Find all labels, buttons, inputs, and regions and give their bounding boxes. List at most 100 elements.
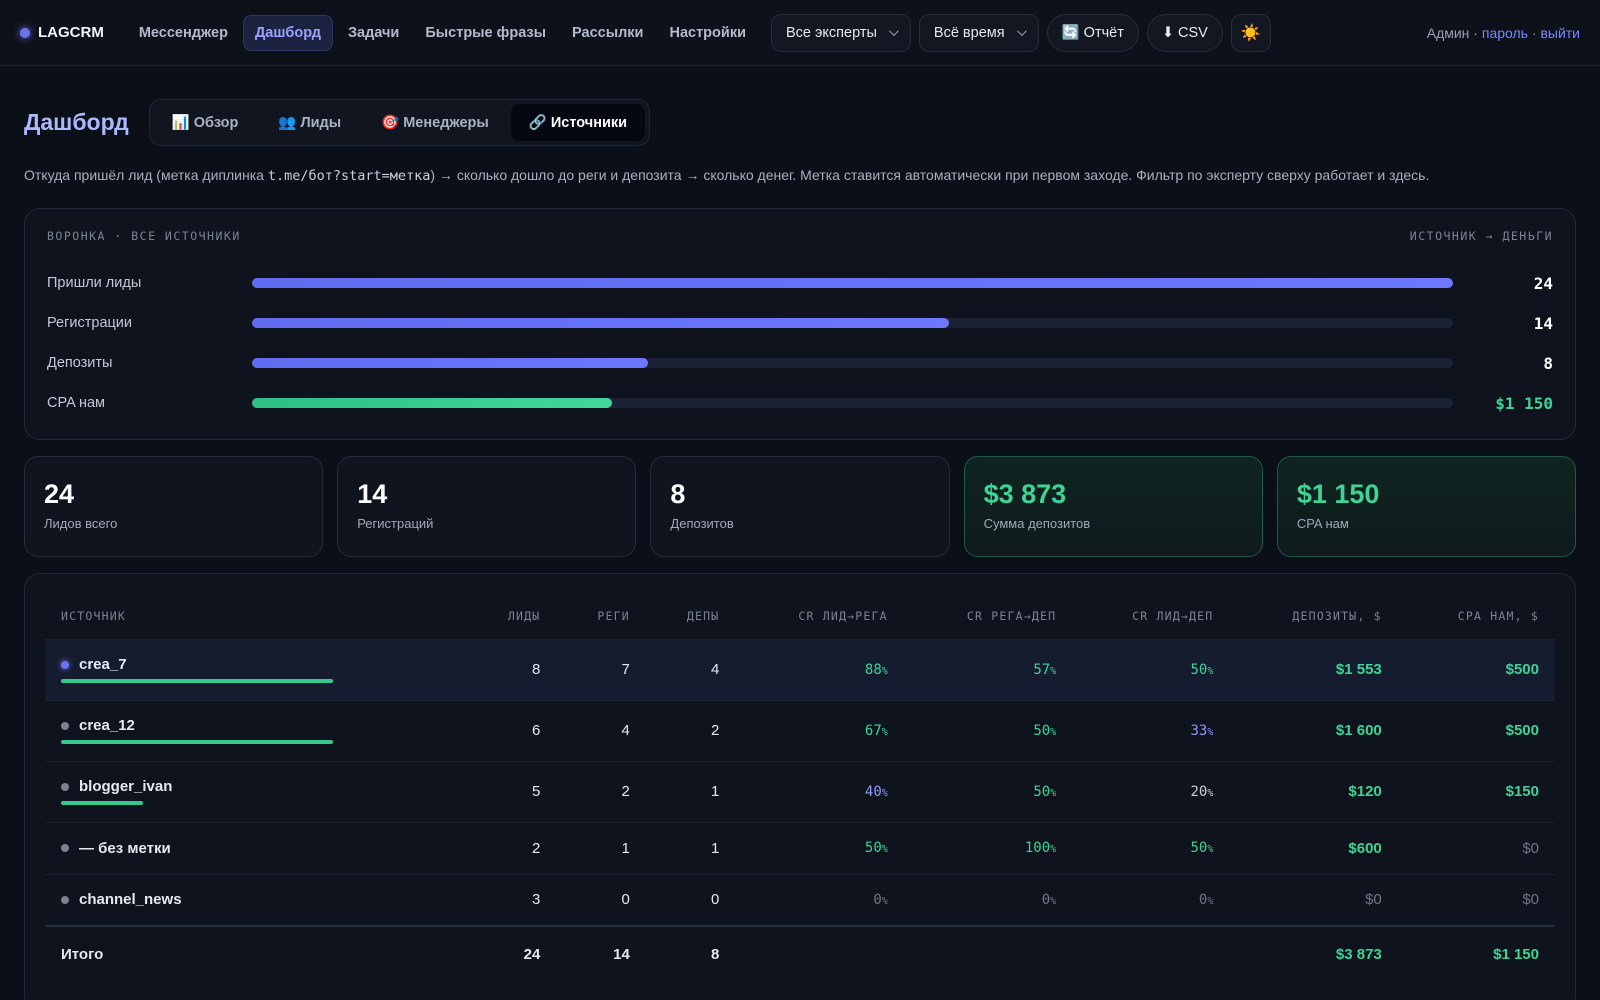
percent-unit: %: [881, 665, 888, 677]
funnel-bar-track: [252, 278, 1453, 288]
period-select[interactable]: Всё время: [918, 13, 1039, 52]
total-regs: 14: [556, 925, 646, 982]
tab-leads[interactable]: 👥 Лиды: [260, 104, 359, 141]
report-button[interactable]: 🔄 Отчёт: [1046, 13, 1139, 52]
logo-dot-icon: [20, 27, 30, 38]
chevron-down-icon: [888, 26, 899, 37]
sources-table-card: ИСТОЧНИК ЛИДЫ РЕГИ ДЕПЫ CR ЛИД→РЕГА CR Р…: [24, 573, 1576, 1000]
table-header-row: ИСТОЧНИК ЛИДЫ РЕГИ ДЕПЫ CR ЛИД→РЕГА CR Р…: [45, 594, 1555, 639]
app-logo[interactable]: LAGCRM: [20, 24, 104, 41]
funnel-header: ВОРОНКА · ВСЕ ИСТОЧНИКИ ИСТОЧНИК → ДЕНЬГ…: [47, 229, 1553, 243]
stat-card-deposits: 8 Депозитов: [650, 456, 950, 557]
table-row[interactable]: blogger_ivan 5 2 1 40% 50% 20% $120 $150: [45, 760, 1555, 822]
source-cell: blogger_ivan: [45, 760, 467, 822]
source-wrap: crea_12: [61, 717, 333, 744]
source-cell: — без метки: [45, 821, 467, 874]
source-label: channel_news: [61, 891, 333, 908]
table-row[interactable]: crea_12 6 4 2 67% 50% 33% $1 600 $500: [45, 699, 1555, 761]
percent-unit: %: [1050, 787, 1057, 799]
csv-export-button[interactable]: ⬇ CSV: [1146, 13, 1223, 52]
dashboard-tabs: 📊 Обзор 👥 Лиды 🎯 Менеджеры 🔗 Источники: [148, 99, 651, 146]
column-header[interactable]: ИСТОЧНИК: [45, 594, 467, 639]
funnel-title: ВОРОНКА · ВСЕ ИСТОЧНИКИ: [47, 229, 241, 243]
page-description: Откуда пришёл лид (метка диплинка t.me/б…: [0, 146, 1600, 184]
user-name: Админ: [1426, 24, 1470, 41]
separator: ·: [1527, 24, 1541, 41]
table-body: crea_7 8 7 4 88% 57% 50% $1 553 $500 crea_12 6 4 2 67…: [45, 638, 1555, 926]
stat-card-registrations: 14 Регистраций: [337, 456, 637, 557]
nav-settings[interactable]: Настройки: [658, 16, 757, 50]
stat-card-deposit-sum: $3 873 Сумма депозитов: [963, 456, 1263, 557]
cell-cr3: 50%: [1072, 821, 1230, 874]
stat-value: 8: [670, 479, 686, 509]
percent-unit: %: [1050, 844, 1057, 855]
tab-overview[interactable]: 📊 Обзор: [154, 104, 257, 141]
percent-unit: %: [881, 844, 888, 855]
column-header[interactable]: ЛИДЫ: [467, 594, 557, 639]
column-header[interactable]: CR ЛИД→РЕГА: [735, 594, 903, 639]
cell-deposits: $1 553: [1229, 638, 1398, 700]
column-header[interactable]: CR ЛИД→ДЕП: [1072, 594, 1229, 639]
nav-mailings[interactable]: Рассылки: [561, 16, 654, 50]
percent-unit: %: [1207, 665, 1214, 677]
nav-dashboard[interactable]: Дашборд: [242, 14, 333, 51]
table-row[interactable]: channel_news 3 0 0 0% 0% 0% $0 $0: [45, 873, 1555, 926]
table-row[interactable]: — без метки 2 1 1 50% 100% 50% $600 $0: [45, 821, 1555, 874]
source-status-dot-icon: [61, 721, 69, 730]
source-name: — без метки: [79, 839, 171, 857]
percent-value: 50: [864, 840, 882, 856]
stat-value: $3 873: [983, 479, 1067, 509]
cell-cpa: $150: [1397, 760, 1555, 822]
column-header[interactable]: ДЕПЫ: [646, 594, 736, 639]
cell-regs: 2: [556, 760, 646, 822]
percent-unit: %: [1050, 726, 1057, 738]
total-leads: 24: [466, 925, 557, 982]
percent-value: 50: [1190, 840, 1208, 856]
column-header[interactable]: CPA НАМ, $: [1398, 594, 1555, 639]
funnel-card: ВОРОНКА · ВСЕ ИСТОЧНИКИ ИСТОЧНИК → ДЕНЬГ…: [24, 208, 1576, 440]
cell-leads: 5: [466, 760, 557, 822]
percent-unit: %: [1050, 665, 1057, 677]
source-name: crea_12: [79, 717, 135, 734]
cell-cpa: $0: [1397, 821, 1555, 874]
total-deposits: $3 873: [1229, 925, 1398, 982]
percent-unit: %: [1207, 787, 1214, 799]
source-cell: crea_12: [45, 699, 467, 761]
logout-link[interactable]: выйти: [1540, 25, 1580, 41]
top-bar: LAGCRM Мессенджер Дашборд Задачи Быстрые…: [0, 0, 1600, 66]
funnel-row: Регистрации 14: [47, 303, 1553, 343]
column-header[interactable]: ДЕПОЗИТЫ, $: [1229, 594, 1397, 639]
column-header[interactable]: CR РЕГА→ДЕП: [904, 594, 1072, 639]
stat-card-leads: 24 Лидов всего: [24, 456, 324, 557]
source-name: channel_news: [79, 891, 182, 909]
stat-label: Сумма депозитов: [983, 516, 1091, 531]
description-text: ) → сколько дошло до реги и депозита → с…: [430, 167, 1430, 183]
nav-quick-phrases[interactable]: Быстрые фразы: [414, 16, 557, 50]
password-link[interactable]: пароль: [1482, 25, 1528, 41]
source-status-dot-icon: [61, 660, 69, 669]
stat-card-cpa: $1 150 CPA нам: [1276, 456, 1577, 557]
cell-deps: 0: [645, 873, 736, 926]
cell-cr1: 0%: [735, 873, 904, 926]
funnel-rows: Пришли лиды 24 Регистрации 14 Депозиты 8 CPA н…: [47, 263, 1553, 423]
table-row[interactable]: crea_7 8 7 4 88% 57% 50% $1 553 $500: [45, 638, 1555, 700]
source-share-bar: [61, 740, 333, 744]
funnel-bar-fill: [252, 278, 1453, 288]
percent-unit: %: [881, 787, 888, 799]
source-label: crea_7: [61, 656, 333, 673]
experts-select[interactable]: Все эксперты: [771, 13, 911, 52]
column-header[interactable]: РЕГИ: [556, 594, 646, 639]
tab-sources[interactable]: 🔗 Источники: [510, 104, 646, 141]
cell-cpa: $500: [1397, 638, 1555, 700]
tab-managers[interactable]: 🎯 Менеджеры: [363, 104, 507, 141]
nav-messenger[interactable]: Мессенджер: [128, 16, 239, 50]
theme-toggle-sun-icon[interactable]: ☀️: [1230, 13, 1271, 52]
cell-deposits: $0: [1229, 873, 1398, 926]
cell-deposits: $600: [1229, 821, 1398, 874]
funnel-label: CPA нам: [47, 395, 106, 411]
percent-value: 50: [1033, 783, 1051, 800]
cell-cr2: 100%: [903, 821, 1073, 874]
cell-cr1: 40%: [735, 760, 904, 822]
nav-tasks[interactable]: Задачи: [337, 16, 410, 50]
stat-label: Регистраций: [357, 516, 434, 531]
